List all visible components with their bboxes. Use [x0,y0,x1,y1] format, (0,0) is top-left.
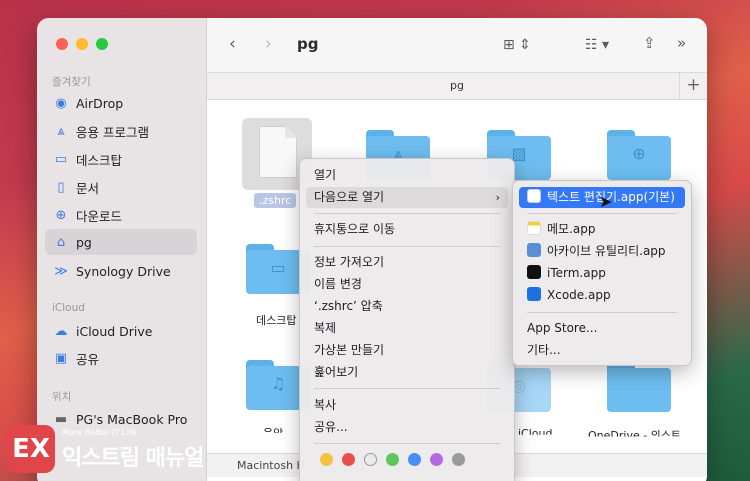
close-window-button[interactable] [56,38,68,50]
tag-color-row [320,453,465,466]
document-icon: ▯ [57,179,65,195]
sidebar-section-favorites: 즐겨찾기 [52,76,91,88]
synology-icon: ≫ [54,263,68,279]
cloud-icon: ☁ [54,323,68,339]
folder-downloads-icon[interactable]: ⊕ [607,130,671,180]
home-icon: ⌂ [56,234,66,250]
folder-onedrive-icon[interactable] [607,362,671,412]
sidebar-item-pg[interactable]: ⌂ pg [45,229,197,255]
archive-utility-icon [527,243,541,257]
context-menu: 열기 다음으로 열기 › 휴지통으로 이동 정보 가져오기 이름 변경 ‘.zsh… [299,158,515,481]
sidebar-item-documents[interactable]: ▯ 문서 [45,174,197,200]
window-title: pg [297,35,319,53]
tag-purple[interactable] [430,453,443,466]
share-icon[interactable]: ⇪ [643,34,656,52]
submenu-item-other[interactable]: 기타... [519,340,685,361]
menu-item-trash[interactable]: 휴지통으로 이동 [306,219,508,240]
menu-item-get-info[interactable]: 정보 가져오기 [306,252,508,273]
download-icon: ⊕ [55,207,67,223]
submenu-item-archive-utility[interactable]: 아카이브 유틸리티.app [519,241,685,262]
sidebar-section-icloud: iCloud [52,302,85,314]
xcode-icon [527,287,541,301]
tag-blue[interactable] [408,453,421,466]
window-controls [56,38,108,50]
sidebar: 즐겨찾기 ◉ AirDrop ⩓ 응용 프로그램 ▭ 데스크탑 ▯ 문서 ⊕ 다운로드 ⌂… [37,18,207,481]
shared-folder-icon: ▣ [54,350,68,366]
more-icon[interactable]: » [677,34,686,52]
menu-item-duplicate[interactable]: 복제 [306,318,508,339]
menu-item-rename[interactable]: 이름 변경 [306,274,508,295]
menu-separator [314,246,500,247]
applications-icon: ⩓ [57,123,65,139]
menu-item-open[interactable]: 열기 [306,165,508,186]
sidebar-item-synology[interactable]: ≫ Synology Drive [45,258,197,284]
menu-separator [314,388,500,389]
menu-separator [527,213,677,214]
logo-tagline: More Better IT Life [62,428,137,437]
menu-item-make-alias[interactable]: 가상본 만들기 [306,340,508,361]
zoom-window-button[interactable] [96,38,108,50]
view-grid-icon[interactable]: ⊞ ⇕ [503,37,531,53]
desktop-icon: ▭ [54,151,68,167]
notes-icon [527,221,541,235]
logo-name: 익스트림 매뉴얼 [62,446,204,471]
menu-item-open-with[interactable]: 다음으로 열기 › [306,187,508,208]
submenu-item-notes[interactable]: 메모.app [519,219,685,240]
minimize-window-button[interactable] [76,38,88,50]
sidebar-item-downloads[interactable]: ⊕ 다운로드 [45,202,197,228]
sidebar-item-desktop[interactable]: ▭ 데스크탑 [45,146,197,172]
logo-mark: EX [7,425,55,473]
submenu-item-iterm[interactable]: iTerm.app [519,263,685,284]
textedit-icon [527,189,541,203]
sidebar-item-icloud-drive[interactable]: ☁ iCloud Drive [45,318,197,344]
chevron-right-icon: › [495,191,500,204]
sidebar-item-airdrop[interactable]: ◉ AirDrop [45,90,197,116]
iterm-icon [527,265,541,279]
toolbar: ‹ › pg ⊞ ⇕ ☷ ▾ ⇪ » ⌕ [207,18,707,72]
tag-red[interactable] [342,453,355,466]
menu-item-compress[interactable]: ‘.zshrc’ 압축 [306,296,508,317]
sidebar-item-shared[interactable]: ▣ 공유 [45,345,197,371]
sidebar-item-applications[interactable]: ⩓ 응용 프로그램 [45,118,197,144]
folder-desktop-label: 데스크탑 [256,314,297,327]
menu-separator [314,443,500,444]
zshrc-file-label: .zshrc [254,193,297,208]
menu-item-copy[interactable]: 복사 [306,395,508,416]
menu-separator [314,213,500,214]
menu-item-share[interactable]: 공유... [306,417,508,438]
airdrop-icon: ◉ [55,95,67,111]
mouse-cursor-icon: ➤ [599,192,613,211]
group-options-icon[interactable]: ☷ ▾ [585,37,609,53]
forward-button[interactable]: › [265,34,272,54]
tab-bar-title: pg [207,72,707,100]
menu-item-quick-look[interactable]: 훑어보기 [306,362,508,383]
site-logo: EX More Better IT Life 익스트림 매뉴얼 [7,425,204,473]
menu-separator [527,312,677,313]
back-button[interactable]: ‹ [229,34,236,54]
submenu-item-app-store[interactable]: App Store... [519,318,685,339]
disk-label: Macintosh H [237,459,305,472]
new-tab-button[interactable]: + [679,72,707,100]
tag-yellow[interactable] [320,453,333,466]
tag-none[interactable] [364,453,377,466]
sidebar-section-locations: 위치 [52,391,72,403]
tag-gray[interactable] [452,453,465,466]
submenu-item-xcode[interactable]: Xcode.app [519,285,685,306]
tag-green[interactable] [386,453,399,466]
